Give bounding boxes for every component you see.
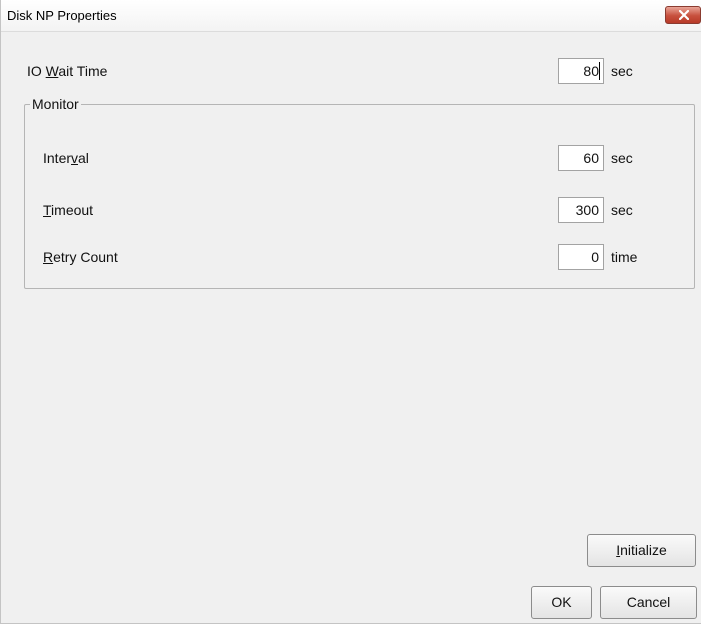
title-bar[interactable]: Disk NP Properties <box>1 0 701 32</box>
interval-field[interactable]: 60 <box>558 145 604 171</box>
ok-button[interactable]: OK <box>531 586 592 619</box>
io-wait-time-unit: sec <box>611 63 633 79</box>
timeout-field[interactable]: 300 <box>558 197 604 223</box>
retry-count-label-post: etry Count <box>53 249 118 265</box>
io-wait-time-label-pre: IO <box>27 63 46 79</box>
io-wait-time-label-mnemonic: W <box>45 63 59 79</box>
io-wait-time-label: IO Wait Time <box>27 63 107 79</box>
timeout-label: Timeout <box>43 202 93 218</box>
timeout-unit: sec <box>611 202 633 218</box>
retry-count-label-mnemonic: R <box>43 249 54 265</box>
retry-count-label: Retry Count <box>43 249 118 265</box>
initialize-button-label: nitialize <box>620 542 667 558</box>
io-wait-time-label-post: ait Time <box>58 63 108 79</box>
disk-np-properties-dialog: Disk NP Properties IO Wait Time 80 sec M… <box>0 0 701 624</box>
retry-count-unit: time <box>611 249 638 265</box>
io-wait-time-value: 80 <box>583 63 599 79</box>
close-icon <box>679 10 689 20</box>
monitor-group-legend: Monitor <box>30 96 81 112</box>
timeout-label-mnemonic: T <box>43 202 52 218</box>
interval-label-mnemonic: v <box>71 150 79 166</box>
interval-label-post: al <box>78 150 89 166</box>
retry-count-value: 0 <box>591 249 599 265</box>
timeout-value: 300 <box>575 202 599 218</box>
io-wait-time-field[interactable]: 80 <box>558 58 604 84</box>
interval-value: 60 <box>583 150 599 166</box>
interval-label-pre: Inter <box>43 150 72 166</box>
interval-unit: sec <box>611 150 633 166</box>
window-title: Disk NP Properties <box>7 8 117 23</box>
cancel-button[interactable]: Cancel <box>600 586 697 619</box>
initialize-button[interactable]: Initialize <box>587 534 696 567</box>
interval-label: Interval <box>43 150 89 166</box>
text-caret <box>599 62 600 80</box>
retry-count-field[interactable]: 0 <box>558 244 604 270</box>
close-button[interactable] <box>665 6 701 24</box>
timeout-label-post: imeout <box>51 202 94 218</box>
